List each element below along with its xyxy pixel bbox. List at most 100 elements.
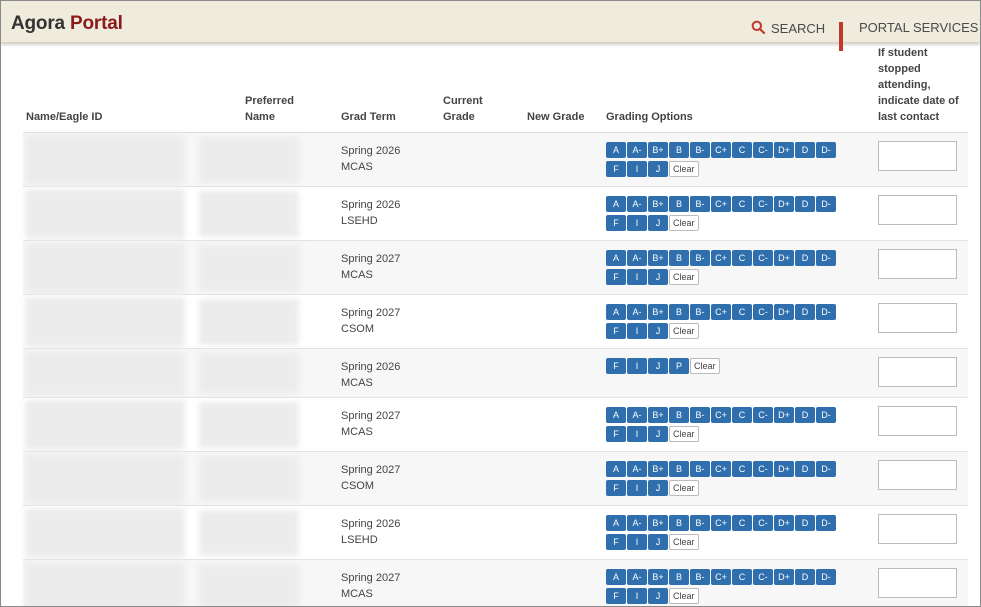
search-link[interactable]: SEARCH (751, 20, 825, 37)
grade-button[interactable]: D- (816, 304, 836, 320)
grade-button[interactable]: D- (816, 461, 836, 477)
last-contact-date-input[interactable] (878, 303, 957, 333)
grade-button[interactable]: A (606, 515, 626, 531)
grade-button[interactable]: B (669, 196, 689, 212)
grade-button[interactable]: C- (753, 569, 773, 585)
grade-button[interactable]: I (627, 269, 647, 285)
grade-button[interactable]: A- (627, 142, 647, 158)
grade-button[interactable]: D (795, 142, 815, 158)
grade-button[interactable]: A (606, 461, 626, 477)
grade-button[interactable]: C (732, 515, 752, 531)
grade-button[interactable]: C- (753, 196, 773, 212)
grade-button[interactable]: F (606, 269, 626, 285)
grade-button[interactable]: B (669, 407, 689, 423)
grade-button[interactable]: I (627, 161, 647, 177)
grade-button[interactable]: F (606, 480, 626, 496)
grade-button[interactable]: C+ (711, 515, 731, 531)
last-contact-date-input[interactable] (878, 460, 957, 490)
grade-button[interactable]: B- (690, 142, 710, 158)
grade-button[interactable]: D+ (774, 407, 794, 423)
grade-button[interactable]: C- (753, 461, 773, 477)
clear-button[interactable]: Clear (669, 215, 699, 231)
grade-button[interactable]: B+ (648, 196, 668, 212)
last-contact-date-input[interactable] (878, 406, 957, 436)
grade-button[interactable]: I (627, 588, 647, 604)
grade-button[interactable]: A- (627, 250, 647, 266)
grade-button[interactable]: D- (816, 250, 836, 266)
grade-button[interactable]: C+ (711, 196, 731, 212)
grade-button[interactable]: D+ (774, 196, 794, 212)
last-contact-date-input[interactable] (878, 568, 957, 598)
grade-button[interactable]: C (732, 407, 752, 423)
grade-button[interactable]: A (606, 304, 626, 320)
grade-button[interactable]: B (669, 515, 689, 531)
grade-button[interactable]: D+ (774, 569, 794, 585)
grade-button[interactable]: A (606, 196, 626, 212)
last-contact-date-input[interactable] (878, 249, 957, 279)
grade-button[interactable]: B- (690, 569, 710, 585)
grade-button[interactable]: B+ (648, 515, 668, 531)
grade-button[interactable]: B+ (648, 407, 668, 423)
grade-button[interactable]: D+ (774, 250, 794, 266)
last-contact-date-input[interactable] (878, 514, 957, 544)
grade-button[interactable]: P (669, 358, 689, 374)
grade-button[interactable]: D- (816, 196, 836, 212)
grade-button[interactable]: D- (816, 142, 836, 158)
clear-button[interactable]: Clear (669, 323, 699, 339)
grade-button[interactable]: J (648, 534, 668, 550)
grade-button[interactable]: C- (753, 142, 773, 158)
grade-button[interactable]: F (606, 358, 626, 374)
grade-button[interactable]: C (732, 304, 752, 320)
portal-services-link[interactable]: PORTAL SERVICES (839, 20, 978, 52)
grade-button[interactable]: B- (690, 407, 710, 423)
grade-button[interactable]: C (732, 569, 752, 585)
grade-button[interactable]: I (627, 323, 647, 339)
grade-button[interactable]: C+ (711, 250, 731, 266)
clear-button[interactable]: Clear (669, 588, 699, 604)
grade-button[interactable]: A- (627, 196, 647, 212)
grade-button[interactable]: F (606, 534, 626, 550)
grade-button[interactable]: F (606, 161, 626, 177)
grade-button[interactable]: D- (816, 569, 836, 585)
grade-button[interactable]: A- (627, 461, 647, 477)
grade-button[interactable]: C+ (711, 142, 731, 158)
grade-button[interactable]: D- (816, 515, 836, 531)
grade-button[interactable]: A- (627, 407, 647, 423)
grade-button[interactable]: B (669, 569, 689, 585)
grade-button[interactable]: C (732, 250, 752, 266)
clear-button[interactable]: Clear (669, 269, 699, 285)
grade-button[interactable]: B- (690, 461, 710, 477)
grade-button[interactable]: I (627, 426, 647, 442)
grade-button[interactable]: C- (753, 304, 773, 320)
grade-button[interactable]: C- (753, 250, 773, 266)
grade-button[interactable]: B- (690, 250, 710, 266)
grade-button[interactable]: B+ (648, 569, 668, 585)
agora-portal-logo[interactable]: Agora Portal (11, 13, 123, 35)
grade-button[interactable]: J (648, 161, 668, 177)
grade-button[interactable]: I (627, 358, 647, 374)
clear-button[interactable]: Clear (669, 426, 699, 442)
grade-button[interactable]: B+ (648, 461, 668, 477)
clear-button[interactable]: Clear (669, 480, 699, 496)
grade-button[interactable]: J (648, 215, 668, 231)
grade-button[interactable]: D (795, 304, 815, 320)
grade-button[interactable]: D+ (774, 142, 794, 158)
grade-button[interactable]: D (795, 196, 815, 212)
grade-button[interactable]: B+ (648, 250, 668, 266)
grade-button[interactable]: J (648, 426, 668, 442)
grade-button[interactable]: I (627, 480, 647, 496)
grade-button[interactable]: B (669, 461, 689, 477)
grade-button[interactable]: F (606, 588, 626, 604)
grade-button[interactable]: C- (753, 407, 773, 423)
grade-button[interactable]: C+ (711, 569, 731, 585)
grade-button[interactable]: F (606, 323, 626, 339)
grade-button[interactable]: C- (753, 515, 773, 531)
grade-button[interactable]: I (627, 534, 647, 550)
grade-button[interactable]: D+ (774, 515, 794, 531)
grade-button[interactable]: J (648, 588, 668, 604)
grade-button[interactable]: F (606, 215, 626, 231)
grade-button[interactable]: D (795, 250, 815, 266)
grade-button[interactable]: D+ (774, 304, 794, 320)
grade-button[interactable]: J (648, 480, 668, 496)
grade-button[interactable]: A- (627, 515, 647, 531)
